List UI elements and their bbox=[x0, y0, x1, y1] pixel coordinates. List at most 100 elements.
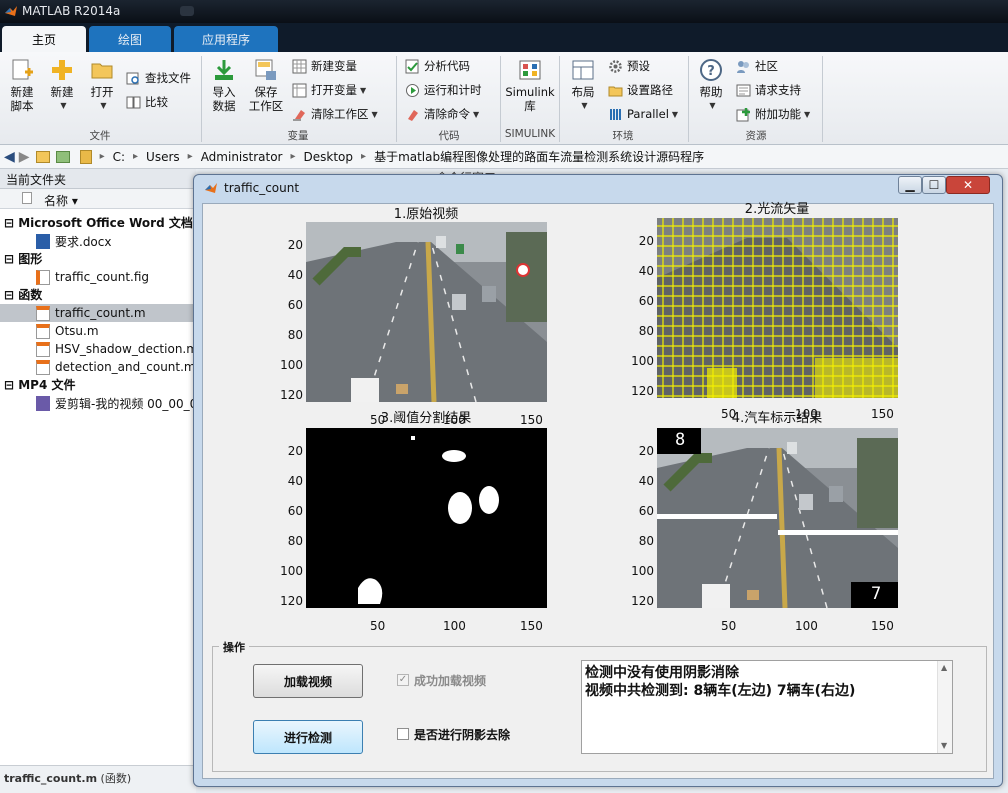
result-scrollbar[interactable]: ▲ ▼ bbox=[937, 661, 952, 753]
layout-button[interactable]: 布局 ▼ bbox=[566, 58, 600, 113]
address-bar: ◀ ▶ ▸ C: ▸ Users ▸ Administrator ▸ Deskt… bbox=[0, 145, 1008, 169]
section-functions[interactable]: ⊟ 函数 bbox=[0, 286, 196, 304]
save-workspace-label: 保存 工作区 bbox=[248, 85, 284, 113]
ytick: 100 bbox=[280, 358, 303, 372]
ribbon-separator bbox=[396, 56, 397, 142]
breadcrumb-desktop[interactable]: Desktop bbox=[304, 150, 354, 164]
chevron-down-icon: ▼ bbox=[473, 109, 480, 119]
plus-icon bbox=[52, 60, 72, 80]
open-label: 打开 bbox=[90, 85, 114, 99]
save-workspace-icon bbox=[255, 59, 276, 80]
collapse-icon[interactable]: ⊟ bbox=[4, 288, 18, 302]
mp4-file-icon bbox=[36, 395, 50, 411]
load-video-button[interactable]: 加载视频 bbox=[253, 664, 363, 698]
variable-group-label: 变量 bbox=[287, 130, 309, 142]
request-support-button[interactable]: 请求支持 bbox=[736, 80, 801, 100]
parallel-icon bbox=[610, 108, 621, 120]
simulink-library-button[interactable]: Simulink 库 bbox=[505, 58, 555, 113]
axes1-yticks: 20 40 60 80 100 120 bbox=[279, 222, 303, 402]
name-column-header[interactable]: 名称 ▾ bbox=[0, 189, 196, 209]
forward-arrow-icon[interactable]: ▶ bbox=[19, 149, 30, 165]
close-button[interactable]: ✕ bbox=[946, 176, 990, 194]
axes4-vehicle-marking: 8 7 bbox=[657, 428, 898, 608]
file-item-detection[interactable]: detection_and_count.m bbox=[0, 358, 196, 376]
community-button[interactable]: 社区 bbox=[736, 56, 778, 76]
request-support-label: 请求支持 bbox=[755, 83, 801, 97]
clear-workspace-button[interactable]: 清除工作区 ▼ bbox=[292, 104, 378, 124]
chevron-down-icon: ▼ bbox=[581, 101, 588, 110]
tab-plots[interactable]: 绘图 bbox=[89, 26, 171, 52]
result-textbox[interactable]: 检测中没有使用阴影消除 视频中共检测到: 8辆车(左边) 7辆车(右边) bbox=[581, 660, 953, 754]
axes2-title: 2.光流矢量 bbox=[744, 202, 810, 217]
result-line-2: 视频中共检测到: 8辆车(左边) 7辆车(右边) bbox=[585, 683, 856, 699]
ytick: 120 bbox=[631, 384, 654, 398]
find-files-button[interactable]: 查找文件 bbox=[126, 68, 191, 88]
breadcrumb-users[interactable]: Users bbox=[146, 150, 180, 164]
run-and-time-button[interactable]: 运行和计时 bbox=[405, 80, 482, 100]
new-variable-button[interactable]: 新建变量 bbox=[292, 56, 357, 76]
analyze-code-button[interactable]: 分析代码 bbox=[405, 56, 470, 76]
analyze-code-icon bbox=[405, 59, 419, 73]
chevron-down-icon: ▼ bbox=[360, 85, 367, 95]
set-path-button[interactable]: 设置路径 bbox=[608, 80, 673, 100]
open-button[interactable]: 打开 ▼ bbox=[86, 58, 118, 113]
breadcrumb-project-folder[interactable]: 基于matlab编程图像处理的路面车流量检测系统设计源码程序 bbox=[374, 148, 704, 165]
compare-button[interactable]: 比较 bbox=[126, 92, 168, 112]
resources-group-label: 资源 bbox=[745, 130, 767, 142]
maximize-button[interactable]: ☐ bbox=[922, 176, 946, 194]
xtick: 50 bbox=[721, 619, 737, 633]
ytick: 100 bbox=[631, 354, 654, 368]
minimize-button[interactable]: ▁ bbox=[898, 176, 922, 194]
parallel-button[interactable]: Parallel ▼ bbox=[608, 104, 678, 124]
breadcrumb-administrator[interactable]: Administrator bbox=[201, 150, 283, 164]
import-data-button[interactable]: 导入 数据 bbox=[207, 58, 241, 113]
xtick: 100 bbox=[795, 619, 818, 633]
find-files-icon bbox=[126, 72, 139, 84]
collapse-icon[interactable]: ⊟ bbox=[4, 216, 18, 230]
add-ons-label: 附加功能 bbox=[755, 107, 801, 121]
clear-commands-icon bbox=[408, 109, 418, 121]
section-mp4[interactable]: ⊟ MP4 文件 bbox=[0, 376, 196, 394]
file-item-otsu[interactable]: Otsu.m bbox=[0, 322, 196, 340]
scroll-down-icon[interactable]: ▼ bbox=[941, 741, 947, 750]
save-workspace-button[interactable]: 保存 工作区 bbox=[247, 58, 285, 113]
browse-folder-icon[interactable] bbox=[55, 150, 70, 163]
start-detection-button[interactable]: 进行检测 bbox=[253, 720, 363, 754]
breadcrumb-separator: ▸ bbox=[361, 151, 367, 162]
add-ons-button[interactable]: 附加功能 ▼ bbox=[736, 104, 810, 124]
community-icon bbox=[737, 60, 749, 73]
app-title: MATLAB R2014a bbox=[22, 4, 121, 18]
file-item-video[interactable]: 爱剪辑-我的视频 00_00_0 bbox=[0, 394, 196, 412]
matlab-logo-icon bbox=[205, 183, 217, 193]
tab-apps[interactable]: 应用程序 bbox=[174, 26, 278, 52]
open-variable-button[interactable]: 打开变量 ▼ bbox=[292, 80, 366, 100]
clear-commands-button[interactable]: 清除命令 ▼ bbox=[405, 104, 479, 124]
section-word-docs[interactable]: ⊟ Microsoft Office Word 文档 bbox=[0, 214, 196, 232]
file-name: detection_and_count.m bbox=[55, 360, 196, 374]
breadcrumb-c[interactable]: C: bbox=[113, 150, 125, 164]
file-item-fig[interactable]: traffic_count.fig bbox=[0, 268, 196, 286]
back-arrow-icon[interactable]: ◀ bbox=[4, 149, 15, 165]
file-item-hsv-shadow[interactable]: HSV_shadow_dection.m bbox=[0, 340, 196, 358]
section-figures[interactable]: ⊟ 图形 bbox=[0, 250, 196, 268]
help-button[interactable]: ? 帮助 ▼ bbox=[694, 58, 728, 113]
new-script-button[interactable]: 新建 脚本 bbox=[6, 58, 38, 113]
tab-home[interactable]: 主页 bbox=[2, 26, 86, 52]
file-item-traffic-count[interactable]: traffic_count.m bbox=[0, 304, 196, 322]
up-folder-icon[interactable] bbox=[35, 150, 50, 163]
new-button[interactable]: 新建 ▼ bbox=[46, 58, 78, 113]
result-line-1: 检测中没有使用阴影消除 bbox=[585, 665, 739, 681]
load-success-label: 成功加载视频 bbox=[414, 674, 487, 688]
scroll-up-icon[interactable]: ▲ bbox=[941, 663, 947, 672]
file-item-requirements[interactable]: 要求.docx bbox=[0, 232, 196, 250]
axes3-title: 3.阈值分割结果 bbox=[380, 411, 472, 426]
preferences-button[interactable]: 预设 bbox=[608, 56, 650, 76]
breadcrumb-separator: ▸ bbox=[99, 151, 105, 162]
collapse-icon[interactable]: ⊟ bbox=[4, 252, 18, 266]
current-folder-header: 当前文件夹 bbox=[0, 169, 196, 189]
shadow-removal-checkbox[interactable] bbox=[397, 728, 409, 740]
m-file-icon bbox=[36, 341, 50, 357]
collapse-icon[interactable]: ⊟ bbox=[4, 378, 18, 392]
ytick: 80 bbox=[287, 534, 303, 548]
axes1-original-video bbox=[306, 222, 547, 402]
